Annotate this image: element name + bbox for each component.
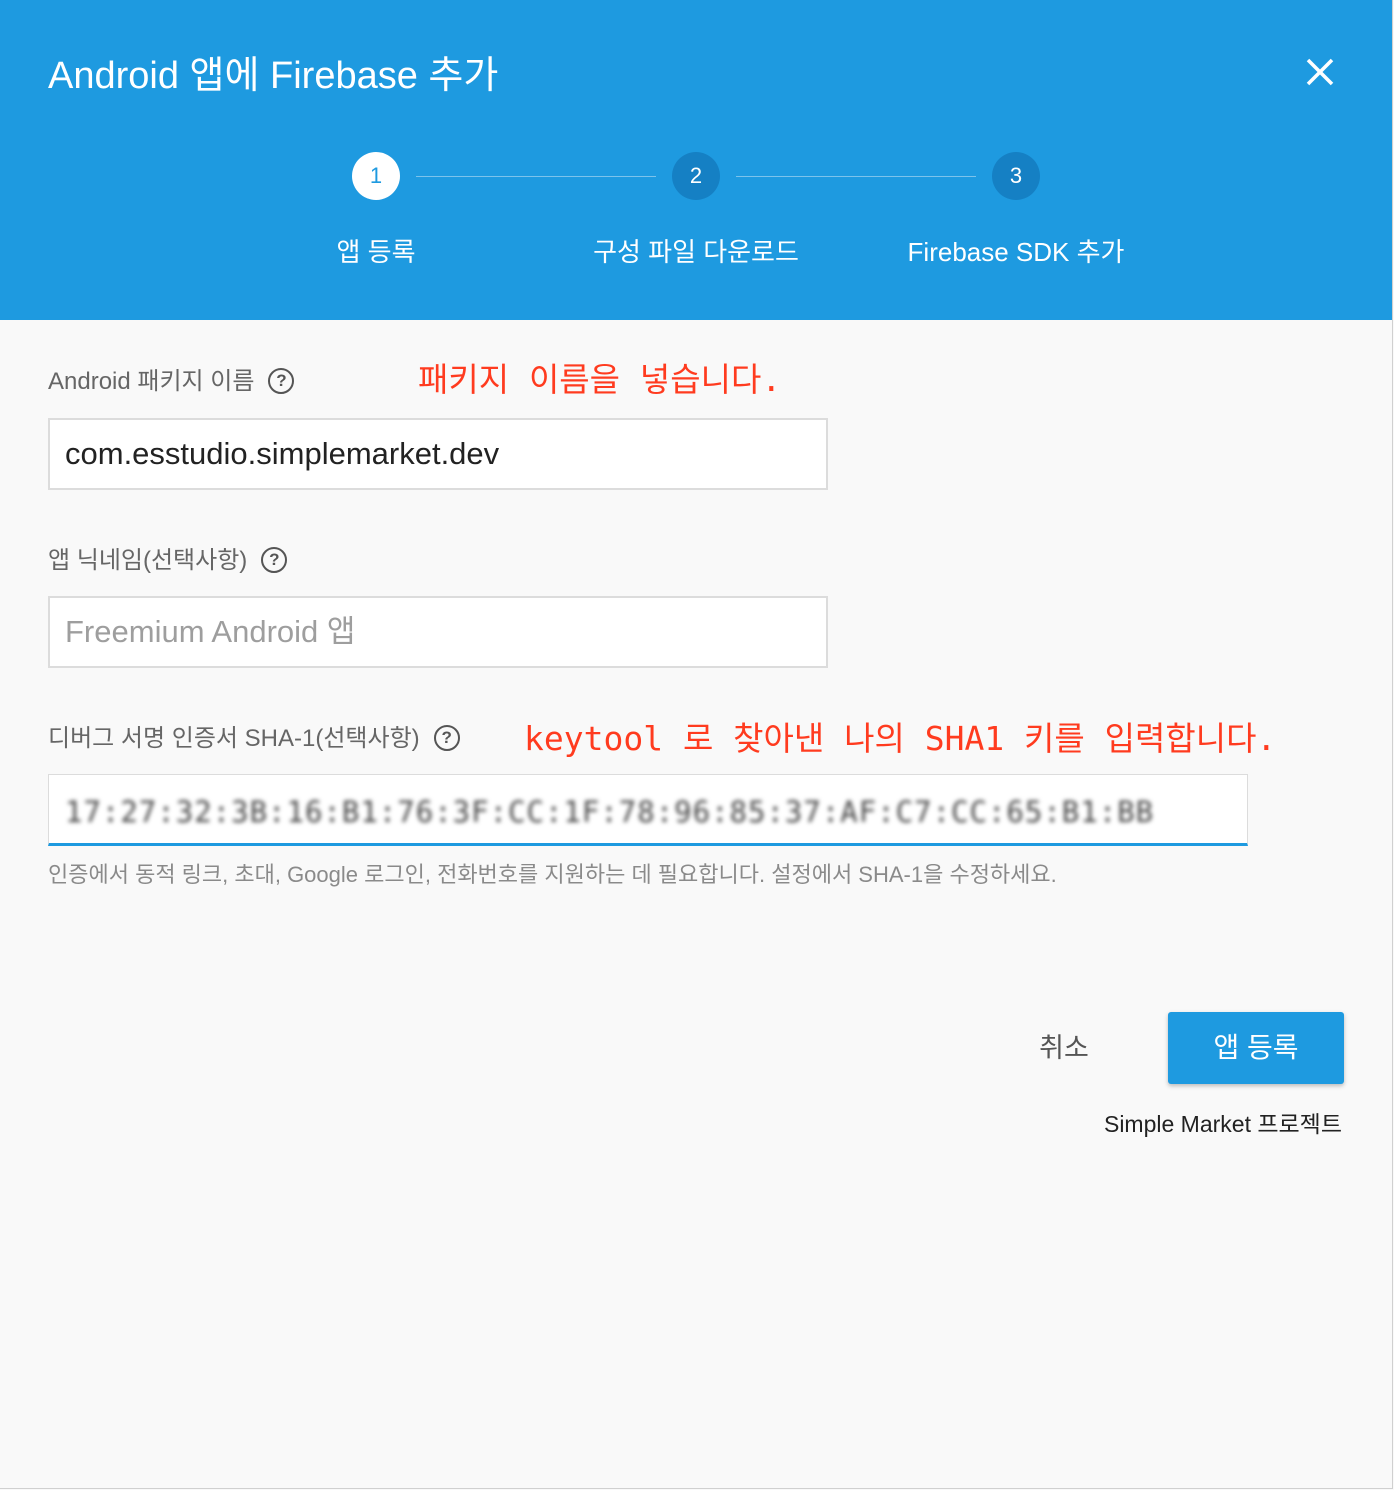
add-firebase-dialog: Android 앱에 Firebase 추가 1 2 3 앱 등록 구성 파일 … (0, 0, 1393, 1489)
cancel-button[interactable]: 취소 (1020, 1018, 1108, 1078)
help-icon[interactable]: ? (261, 546, 288, 573)
nickname-label: 앱 닉네임(선택사항)? (48, 545, 288, 577)
nickname-label-text: 앱 닉네임(선택사항) (48, 547, 248, 574)
package-name-label: Android 패키지 이름? (48, 366, 295, 398)
step-1-circle: 1 (352, 152, 400, 200)
nickname-input[interactable]: Freemium Android 앱 (48, 596, 828, 668)
sha-hint: 인증에서 동적 링크, 초대, Google 로그인, 전화번호를 지원하는 데… (48, 862, 1057, 887)
step-2-circle: 2 (672, 152, 720, 200)
dialog-header: Android 앱에 Firebase 추가 1 2 3 앱 등록 구성 파일 … (0, 0, 1392, 320)
sha-label-text: 디버그 서명 인증서 SHA-1(선택사항) (48, 725, 420, 752)
sha-label: 디버그 서명 인증서 SHA-1(선택사항)? (48, 723, 460, 755)
sha-annotation: keytool 로 찾아낸 나의 SHA1 키를 입력합니다. (524, 719, 1277, 758)
project-name: Simple Market 프로젝트 (1103, 1111, 1342, 1137)
step-1-label: 앱 등록 (336, 237, 416, 267)
package-name-input[interactable]: com.esstudio.simplemarket.dev (48, 418, 828, 490)
package-name-label-text: Android 패키지 이름 (48, 368, 255, 395)
package-annotation: 패키지 이름을 넣습니다. (418, 360, 782, 399)
step-connector (416, 176, 656, 177)
sha-value: 17:27:32:3B:16:B1:76:3F:CC:1F:78:96:85:3… (65, 795, 1155, 829)
step-2-label: 구성 파일 다운로드 (593, 237, 799, 267)
register-app-button[interactable]: 앱 등록 (1168, 1012, 1344, 1084)
help-icon[interactable]: ? (268, 367, 295, 394)
close-icon[interactable] (1296, 48, 1344, 96)
sha-input[interactable]: 17:27:32:3B:16:B1:76:3F:CC:1F:78:96:85:3… (48, 774, 1248, 846)
step-3-circle: 3 (992, 152, 1040, 200)
dialog-title: Android 앱에 Firebase 추가 (48, 55, 499, 97)
step-connector (736, 176, 976, 177)
package-name-value: com.esstudio.simplemarket.dev (65, 436, 500, 471)
nickname-placeholder: Freemium Android 앱 (65, 614, 356, 649)
help-icon[interactable]: ? (433, 724, 460, 751)
step-3-label: Firebase SDK 추가 (907, 237, 1125, 267)
